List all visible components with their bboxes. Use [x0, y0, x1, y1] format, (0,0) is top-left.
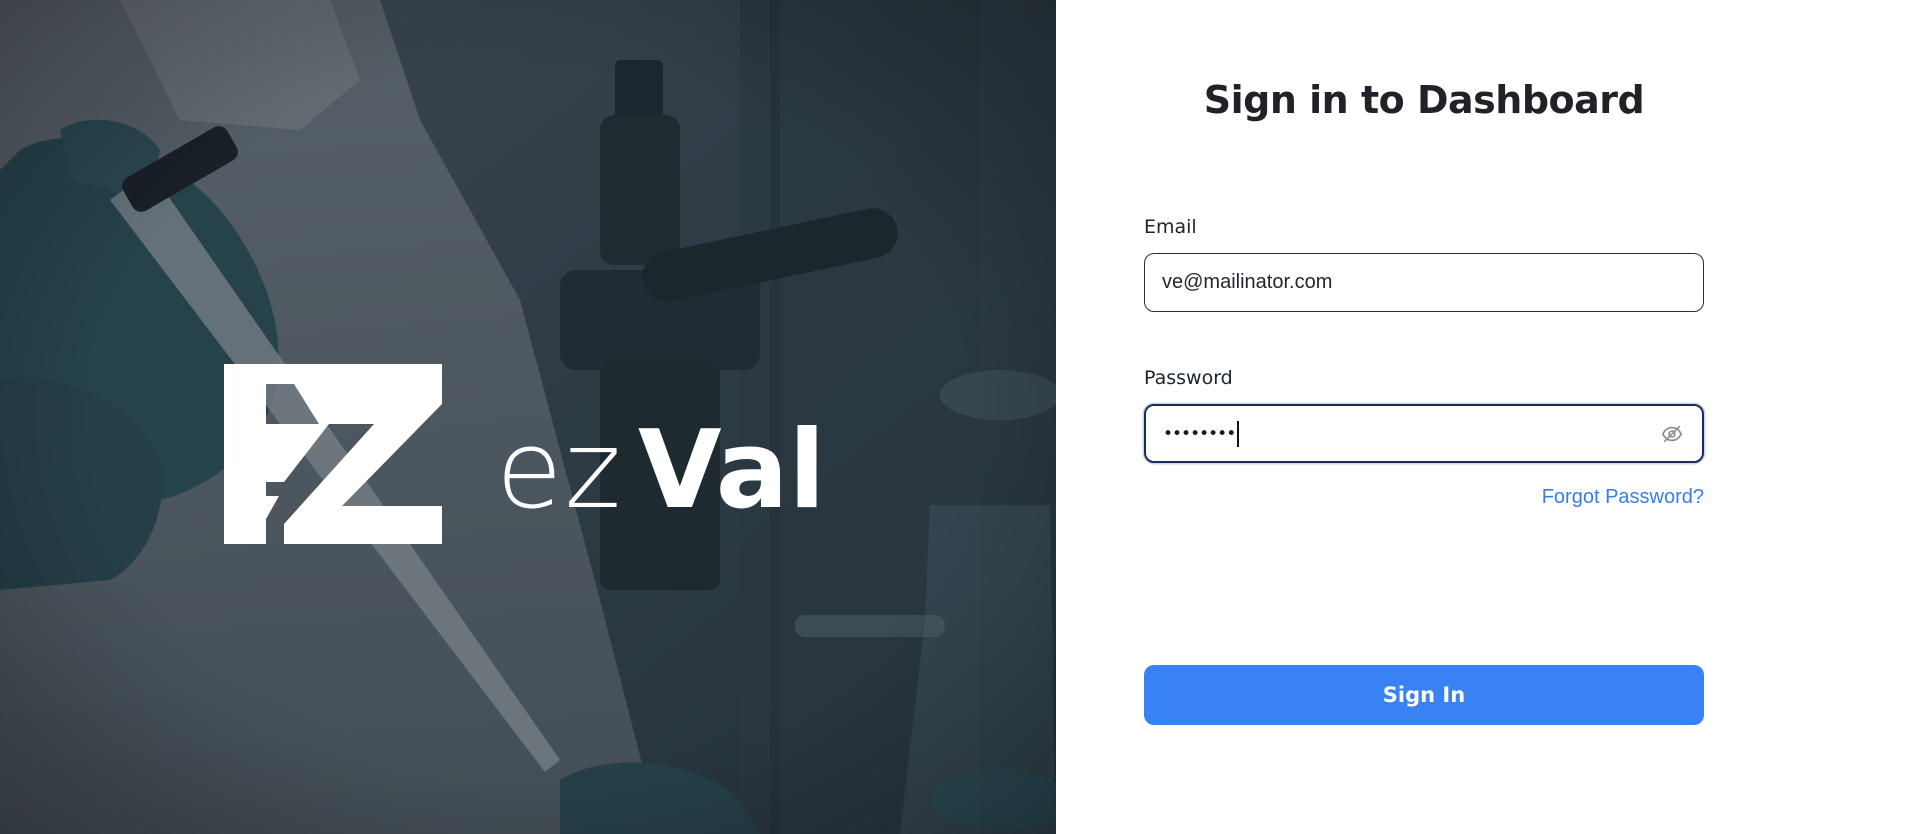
password-field[interactable]: •••••••• — [1144, 404, 1704, 463]
forgot-password-link[interactable]: Forgot Password? — [1444, 486, 1704, 509]
page-title: Sign in to Dashboard — [1203, 78, 1645, 122]
password-masked-value: •••••••• — [1163, 423, 1236, 444]
login-page: ez Val Sign in to Dashboard Email Passwo… — [0, 0, 1920, 834]
password-input[interactable]: •••••••• — [1163, 420, 1659, 447]
brand-name-bold: Val — [638, 408, 824, 533]
password-label: Password — [1144, 367, 1233, 389]
sign-in-button[interactable]: Sign In — [1144, 665, 1704, 725]
hero-panel: ez Val — [0, 0, 1056, 834]
ezval-logo: ez Val — [224, 364, 824, 544]
text-caret — [1237, 420, 1240, 447]
email-input[interactable] — [1162, 271, 1686, 294]
brand-name-light: ez — [496, 408, 623, 533]
ez-logo-mark — [224, 364, 442, 544]
email-label: Email — [1144, 216, 1197, 238]
email-field[interactable] — [1144, 253, 1704, 312]
signin-panel: Sign in to Dashboard Email Password ••••… — [1056, 0, 1920, 834]
eye-off-icon[interactable] — [1659, 421, 1685, 447]
